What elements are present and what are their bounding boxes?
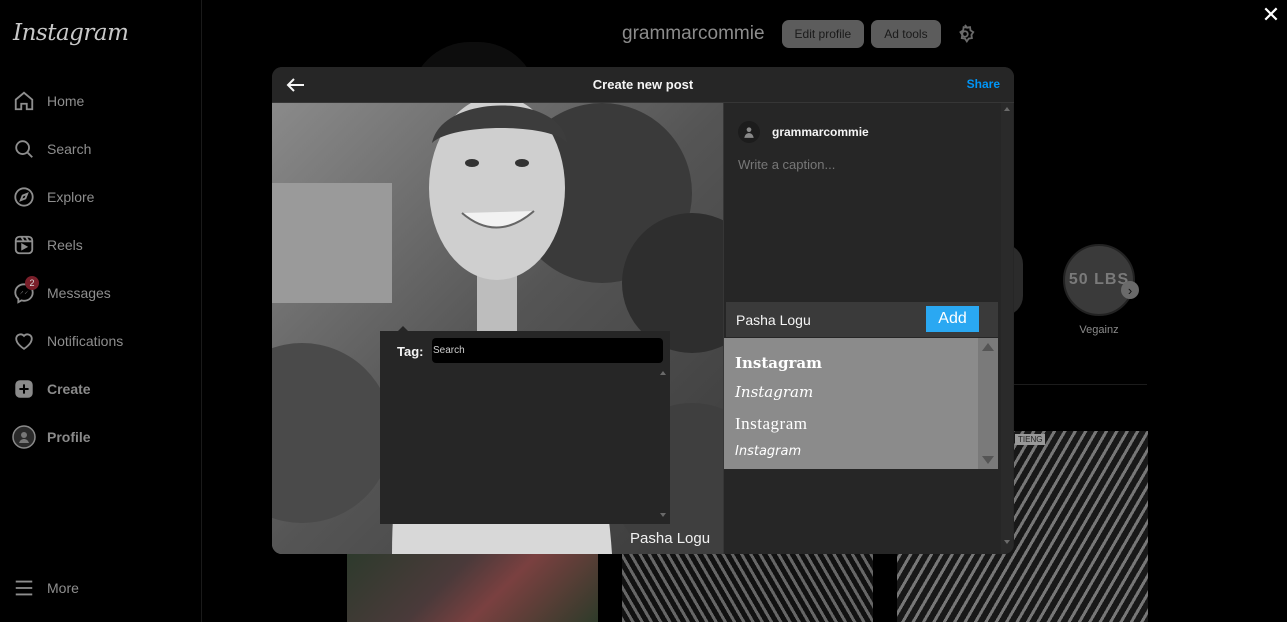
post-tile[interactable] [622, 552, 873, 622]
font-option[interactable]: Instagram [735, 383, 813, 401]
post-username: grammarcommie [772, 125, 869, 139]
notification-badge: 2 [25, 276, 39, 290]
highlight-label: Vegainz [1079, 324, 1119, 336]
avatar [12, 425, 36, 449]
more-label: More [47, 580, 79, 596]
panel-scrollbar[interactable] [1001, 103, 1013, 554]
font-list-scrollbar[interactable] [978, 338, 998, 469]
sidebar-item-label: Notifications [47, 333, 124, 349]
hamburger-icon [12, 576, 36, 600]
highlight-cover-text: 50 LBS [1068, 271, 1130, 288]
scroll-up-icon[interactable] [982, 343, 994, 351]
avatar [738, 121, 760, 143]
sidebar-item-label: Messages [47, 285, 111, 301]
add-button[interactable]: Add [926, 306, 979, 332]
user-row: grammarcommie [738, 121, 869, 143]
font-option[interactable]: Instagram [735, 414, 807, 434]
sidebar-item-label: Reels [47, 237, 83, 253]
scroll-up-icon[interactable] [1004, 107, 1010, 111]
scroll-down-icon[interactable] [659, 513, 666, 517]
scroll-down-icon[interactable] [1004, 540, 1010, 544]
ad-tools-button[interactable]: Ad tools [871, 20, 941, 48]
font-option[interactable]: Instagram [735, 354, 822, 372]
font-option[interactable]: Instagram [735, 444, 801, 459]
instagram-logo[interactable]: Instagram [13, 20, 129, 46]
caption-panel: grammarcommie Add Instagram Instagram In… [723, 103, 1014, 554]
scroll-down-icon[interactable] [982, 456, 994, 464]
sidebar-item-reels[interactable]: Reels [0, 221, 202, 269]
sidebar-item-notifications[interactable]: Notifications [0, 317, 202, 365]
heart-icon [12, 329, 36, 353]
text-overlay-input[interactable] [726, 302, 926, 337]
tag-popup: Tag: [380, 331, 670, 524]
sidebar-item-label: Create [47, 381, 91, 397]
sidebar-item-messages[interactable]: 2 Messages [0, 269, 202, 317]
sidebar-item-home[interactable]: Home [0, 77, 202, 125]
profile-header: grammarcommie Edit profile Ad tools [622, 20, 976, 48]
font-list: Instagram Instagram Instagram Instagram [724, 338, 998, 469]
modal-header: Create new post Share [272, 67, 1014, 103]
sidebar-item-label: Explore [47, 189, 95, 205]
tag-scrollbar[interactable] [657, 371, 668, 521]
plus-square-icon [12, 377, 36, 401]
compass-icon [12, 185, 36, 209]
profile-username: grammarcommie [622, 23, 765, 44]
post-tile[interactable] [347, 552, 598, 622]
sidebar-item-label: Home [47, 93, 85, 109]
home-icon [12, 89, 36, 113]
sidebar-item-profile[interactable]: Profile [0, 413, 202, 461]
search-icon [12, 137, 36, 161]
sidebar-item-create[interactable]: Create [0, 365, 202, 413]
photo-tag-label: Pasha Logu [630, 530, 711, 547]
create-post-modal: Create new post Share Tag: Search Pasha … [272, 67, 1014, 554]
edit-profile-button[interactable]: Edit profile [781, 20, 865, 48]
close-icon[interactable]: ✕ [1260, 4, 1282, 26]
sidebar-nav: Home Search Explore Reels 2 Messages Not… [0, 77, 202, 461]
more-menu-button[interactable]: More [12, 576, 79, 600]
tile-text: TIENG [1015, 434, 1046, 445]
sidebar-item-search[interactable]: Search [0, 125, 202, 173]
sidebar-item-label: Profile [47, 429, 91, 445]
modal-title: Create new post [592, 77, 694, 92]
tag-search-input[interactable] [432, 338, 663, 363]
sidebar-item-label: Search [47, 141, 92, 157]
caption-input[interactable] [738, 157, 996, 287]
share-button[interactable]: Share [967, 77, 1000, 91]
tag-label: Tag: [397, 344, 424, 359]
chevron-right-icon[interactable]: › [1121, 281, 1139, 299]
reels-icon [12, 233, 36, 257]
post-photo[interactable]: Tag: Pasha Logu [272, 103, 723, 554]
sidebar-item-explore[interactable]: Explore [0, 173, 202, 221]
add-text-bar: Add [726, 302, 998, 337]
gear-icon[interactable] [954, 23, 976, 45]
sidebar: Instagram Home Search Explore Reels 2 Me… [0, 0, 202, 622]
highlight-vegainz[interactable]: 50 LBS [1063, 244, 1135, 316]
